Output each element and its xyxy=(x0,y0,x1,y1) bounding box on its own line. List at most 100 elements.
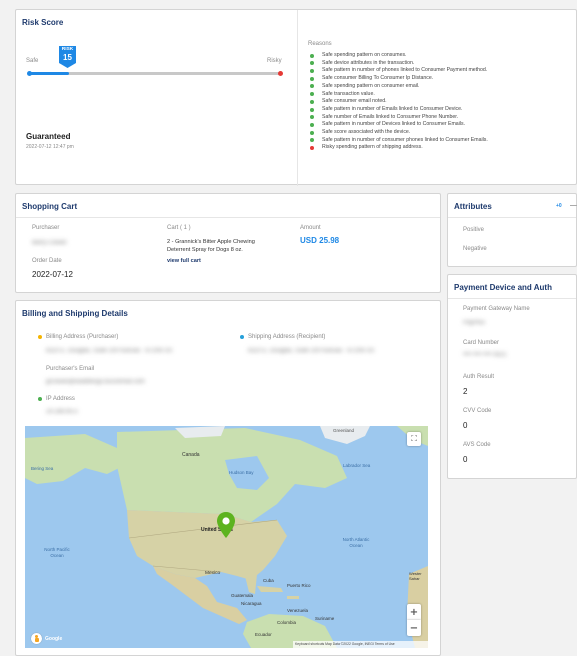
billing-dot xyxy=(38,335,42,339)
negative-label: Negative xyxy=(463,246,487,252)
shipping-address-label: Shipping Address (Recipient) xyxy=(248,334,326,340)
risky-end-dot xyxy=(278,71,283,76)
map-zoom-in-button[interactable]: + xyxy=(407,604,421,620)
reason-item: Safe spending pattern on consumes. xyxy=(308,52,574,60)
billing-shipping-card: Billing and Shipping Details Billing Add… xyxy=(15,300,441,656)
reason-item: Safe pattern in number of consumer phone… xyxy=(308,137,574,145)
order-date-value: 2022-07-12 xyxy=(32,270,73,279)
map-label-canada: Canada xyxy=(182,452,200,458)
safe-dot-icon xyxy=(310,53,314,58)
cart-item-line-1: 2 - Grannick's Bitter Apple Chewing xyxy=(167,239,255,245)
cart-count-label: Cart ( 1 ) xyxy=(167,225,191,231)
risky-dot-icon xyxy=(310,146,314,151)
safe-dot-icon xyxy=(310,61,314,66)
zoom-in-icon: + xyxy=(409,606,419,618)
map-fullscreen-button[interactable]: ⛶ xyxy=(407,432,421,446)
map-label-bering-sea: Bering Sea xyxy=(31,466,54,471)
safe-dot-icon xyxy=(310,122,314,127)
payment-device-card: Payment Device and Auth Payment Gateway … xyxy=(447,274,577,479)
reasons-label: Reasons xyxy=(308,41,332,47)
reason-item: Safe pattern in number of Emails linked … xyxy=(308,106,574,114)
reason-item: Safe transaction value. xyxy=(308,91,574,99)
map-attribution-bar: Keyboard shortcuts Map Data ©2022 Google… xyxy=(293,641,428,648)
safe-dot-icon xyxy=(310,99,314,104)
purchaser-value: Barry Cowan xyxy=(32,240,67,246)
avs-code-value: 0 xyxy=(463,455,468,464)
map-attribution[interactable]: Keyboard shortcuts Map Data ©2022 Google… xyxy=(293,641,428,648)
risk-score-card: Risk Score Safe Risky RISK 15 Guaranteed… xyxy=(15,9,577,186)
map-label-guatemala: Guatemala xyxy=(231,593,254,598)
reason-item: Safe number of Emails linked to Consumer… xyxy=(308,114,574,122)
google-logo: Google xyxy=(45,636,63,642)
map-label-nicaragua: Nicaragua xyxy=(241,601,262,606)
cvv-code-label: CVV Code xyxy=(463,408,492,414)
risk-timestamp: 2022-07-12 12:47 pm xyxy=(26,144,74,150)
gateway-label: Payment Gateway Name xyxy=(463,306,530,312)
reason-text: Safe pattern in number of consumer phone… xyxy=(322,136,488,143)
map-label-venezuela: Venezuela xyxy=(287,608,309,613)
billing-address-label: Billing Address (Purchaser) xyxy=(46,334,119,340)
map-label-ecuador: Ecuador xyxy=(255,632,272,637)
ip-dot xyxy=(38,397,42,401)
location-map[interactable]: Greenland Canada Bering Sea Hudson Bay L… xyxy=(25,426,428,648)
billing-shipping-title: Billing and Shipping Details xyxy=(22,309,128,318)
map-label-western-sahara: Wester Sahar xyxy=(409,571,422,581)
order-date-label: Order Date xyxy=(32,258,62,264)
safe-dot-icon xyxy=(310,76,314,81)
risk-gauge: Safe Risky RISK 15 Guaranteed 2022-07-12… xyxy=(16,10,298,186)
reason-item: Safe score associated with the device. xyxy=(308,129,574,137)
attributes-menu-icon[interactable] xyxy=(570,205,577,206)
safe-label: Safe xyxy=(26,58,39,64)
fullscreen-icon: ⛶ xyxy=(411,434,417,443)
zoom-out-icon: − xyxy=(409,622,419,634)
map-label-north-atlantic: North Atlantic Ocean xyxy=(342,537,370,548)
location-pin-icon[interactable] xyxy=(217,512,235,538)
reason-item: Safe consumer email noted. xyxy=(308,98,574,106)
reason-item: Risky spending pattern of shipping addre… xyxy=(308,144,574,152)
reason-text: Safe spending pattern on consumes. xyxy=(322,52,407,58)
risk-track-fill xyxy=(29,72,69,75)
safe-dot-icon xyxy=(310,138,314,143)
billing-address-value: 8110 E. Douglas, Suite 100 Kansas - 6720… xyxy=(46,348,173,354)
reason-text: Safe consumer Billing To Consumer Ip Dis… xyxy=(322,75,434,82)
auth-result-label: Auth Result xyxy=(463,374,495,380)
map-label-mexico: Mexico xyxy=(205,571,221,576)
safe-dot-icon xyxy=(310,107,314,112)
purchaser-email-label: Purchaser's Email xyxy=(46,366,95,372)
map-label-suriname: Suriname xyxy=(315,616,335,621)
attributes-card: Attributes +0 Positive Negative xyxy=(447,193,577,267)
ip-address-label: IP Address xyxy=(46,396,75,402)
auth-result-value: 2 xyxy=(463,387,468,396)
cart-item-line-2: Deterrent Spray for Dogs 8 oz. xyxy=(167,247,243,253)
reason-item: Safe consumer Billing To Consumer Ip Dis… xyxy=(308,75,574,83)
map-label-greenland: Greenland xyxy=(333,428,355,433)
reason-item: Safe spending pattern on consumer email. xyxy=(308,83,574,91)
reason-text: Risky spending pattern of shipping addre… xyxy=(322,144,423,151)
street-view-pegman-icon[interactable] xyxy=(31,633,42,644)
reason-text: Safe number of Emails linked to Consumer… xyxy=(322,113,459,120)
map-zoom-out-button[interactable]: − xyxy=(407,620,421,636)
map-label-puerto-rico: Puerto Rico xyxy=(287,583,311,588)
safe-dot-icon xyxy=(310,92,314,97)
reasons-panel: Reasons Safe spending pattern on consume… xyxy=(308,41,574,152)
attributes-count[interactable]: +0 xyxy=(556,203,562,209)
reason-text: Safe device attributes in the transactio… xyxy=(322,59,415,66)
reason-item: Safe pattern in number of phones linked … xyxy=(308,67,574,75)
reason-text: Safe pattern in number of phones linked … xyxy=(322,67,488,74)
reason-item: Safe pattern in number of Devices linked… xyxy=(308,121,574,129)
payment-device-title: Payment Device and Auth xyxy=(448,275,576,299)
gateway-value: PayPlus xyxy=(463,320,486,326)
amount-label: Amount xyxy=(300,225,321,231)
card-number-label: Card Number xyxy=(463,340,500,346)
purchaser-email-value: grcowan@waddlesgs.buzzemail.com xyxy=(46,379,145,385)
safe-dot-icon xyxy=(310,69,314,73)
avs-code-label: AVS Code xyxy=(463,442,491,448)
reasons-list: Safe spending pattern on consumes. Safe d… xyxy=(308,52,574,152)
risk-score-value: 15 xyxy=(63,53,72,62)
risky-label: Risky xyxy=(267,58,282,64)
risk-status: Guaranteed xyxy=(26,132,71,141)
map-label-colombia: Colombia xyxy=(277,620,297,625)
purchaser-label: Purchaser xyxy=(32,225,60,231)
safe-dot-icon xyxy=(310,115,314,120)
view-full-cart-link[interactable]: view full cart xyxy=(167,258,201,264)
